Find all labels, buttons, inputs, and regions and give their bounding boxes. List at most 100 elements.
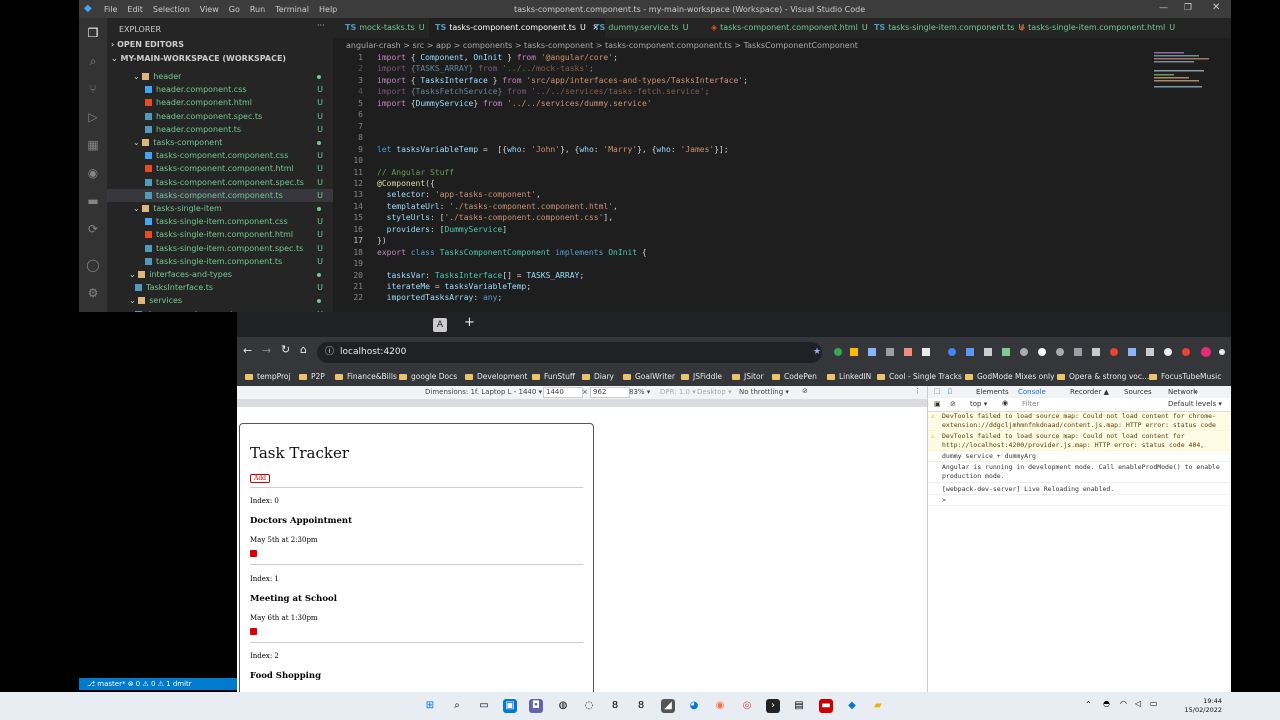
menu-item[interactable]: Selection [153, 5, 190, 14]
battery-icon[interactable]: ▭ [1150, 699, 1158, 708]
bookmark-item[interactable]: google Docs [399, 368, 457, 386]
devtools-tab[interactable]: Recorder ▲ [1070, 388, 1109, 396]
add-task-button[interactable]: Add [250, 474, 271, 483]
bookmark-item[interactable]: JSFiddle [681, 368, 722, 386]
bookmark-item[interactable]: FunStuff [532, 368, 575, 386]
bookmark-item[interactable]: Cool - Single Tracks [877, 368, 962, 386]
source-control-icon[interactable]: ⑂ [86, 82, 100, 96]
breadcrumb[interactable]: angular-crash > src > app > components >… [346, 41, 858, 50]
bookmark-item[interactable]: FocusTubeMusic [1149, 368, 1221, 386]
terminal-icon[interactable]: › [766, 699, 780, 713]
tree-file[interactable]: tasks-component.component.css U [107, 149, 333, 162]
tree-file[interactable]: TasksInterface.ts U [107, 281, 333, 294]
app-icon-7[interactable]: ▬ [819, 699, 833, 713]
device-more-icon[interactable]: ⋮ [914, 387, 921, 395]
tree-file[interactable]: header.component.css U [107, 83, 333, 96]
tree-file[interactable]: header.component.html U [107, 96, 333, 109]
tree-file[interactable]: tasks-single-item.component.spec.ts U [107, 242, 333, 255]
editor-tab[interactable]: TS tasks-single-item.component.ts U [868, 18, 1030, 38]
vscode-statusbar[interactable]: ⎇ master* ⊗ 0 ⚠ 0 ⚠ 1 dmitr [79, 678, 237, 690]
menu-item[interactable]: Edit [127, 5, 143, 14]
tree-folder[interactable]: ⌄ tasks-component [107, 136, 333, 149]
app-icon-4[interactable]: 8 [634, 699, 648, 713]
tree-file[interactable]: header.component.ts U [107, 123, 333, 136]
devtools-tab[interactable]: » [1194, 388, 1198, 396]
tree-folder[interactable]: ⌄ header [107, 70, 333, 83]
tray-chevron-icon[interactable]: ⌃ [1085, 700, 1092, 709]
edge-icon[interactable]: ◕ [687, 699, 701, 713]
tree-file[interactable]: tasks-single-item.component.ts U [107, 255, 333, 268]
menu-item[interactable]: Help [319, 5, 337, 14]
tree-folder[interactable]: ⌄ tasks-single-item [107, 202, 333, 215]
chevron-down-icon[interactable]: ⌄ [133, 204, 142, 213]
editor-tab[interactable]: TS dummy.service.ts U [588, 18, 694, 38]
forward-icon[interactable]: → [262, 344, 271, 357]
dpr-select[interactable]: DPR: 1.0 ▾ [660, 388, 696, 396]
maximize-icon[interactable]: ❐ [1184, 3, 1192, 13]
tree-file[interactable]: header.component.spec.ts U [107, 110, 333, 123]
throttling-select[interactable]: No throttling ▾ [739, 388, 789, 396]
chevron-down-icon[interactable]: ⌄ [133, 72, 142, 81]
menu-item[interactable]: View [200, 5, 219, 14]
run-debug-icon[interactable]: ▷ [86, 110, 100, 124]
tray-app-icon[interactable]: ◓ [1103, 699, 1110, 708]
minimap[interactable] [1154, 52, 1224, 92]
settings-gear-icon[interactable]: ⚙ [86, 286, 100, 300]
menu-item[interactable]: Terminal [275, 5, 309, 14]
bookmark-item[interactable]: GodMode Mixes only [965, 368, 1055, 386]
code-editor[interactable]: 1 import { Component, OnInit } from '@ang… [333, 52, 1213, 312]
rotate-icon[interactable]: ⊘ [802, 387, 808, 395]
bookmark-item[interactable]: CodePen [772, 368, 817, 386]
github-icon[interactable]: ◉ [86, 166, 100, 180]
search-taskbar-icon[interactable]: ⌕ [450, 699, 464, 713]
bookmark-item[interactable]: Opera & strong voc... [1057, 368, 1149, 386]
editor-tab[interactable]: TS tasks-component.component.ts U ✕ [429, 18, 606, 38]
bookmark-item[interactable]: GoalWriter [623, 368, 675, 386]
devtools-tab[interactable]: Network [1168, 388, 1197, 396]
back-icon[interactable]: ← [243, 344, 252, 357]
log-levels-select[interactable]: Default levels ▾ [1168, 400, 1222, 408]
menu-item[interactable]: Go [229, 5, 240, 14]
bookmark-item[interactable]: Diary [582, 368, 614, 386]
account-icon[interactable]: ◯ [86, 258, 100, 272]
live-expression-icon[interactable]: ◉ [1002, 399, 1008, 407]
tree-file[interactable]: tasks-single-item.component.css U [107, 215, 333, 228]
git-status[interactable]: ⎇ master* ⊗ 0 ⚠ 0 ⚠ 1 dmitr [87, 680, 192, 688]
remote-explorer-icon[interactable]: ⟳ [86, 222, 100, 236]
wifi-icon[interactable]: ◠ [1120, 699, 1127, 708]
console-sidebar-icon[interactable]: ▣ [934, 400, 941, 408]
device-mode-select[interactable]: Desktop ▾ [697, 388, 732, 396]
search-icon[interactable]: ⌕ [86, 54, 100, 68]
menu-item[interactable]: File [104, 5, 117, 14]
devtools-tab[interactable]: Sources [1124, 388, 1152, 396]
bookmark-item[interactable]: tempProj [245, 368, 291, 386]
firefox-icon[interactable]: ◉ [713, 699, 727, 713]
app-icon-2[interactable]: ◌ [582, 699, 596, 713]
device-width-input[interactable]: 1440 [543, 387, 583, 398]
device-height-input[interactable]: 962 [590, 387, 630, 398]
minimize-icon[interactable]: — [1159, 3, 1168, 13]
explorer-more-icon[interactable]: ··· [317, 21, 325, 30]
editor-tab[interactable]: ◈ tasks-component.component.html U [705, 18, 874, 38]
media-query-ruler[interactable] [237, 399, 927, 407]
tree-folder[interactable]: ⌄ services [107, 294, 333, 307]
close-window-icon[interactable]: ✕ [1212, 2, 1220, 13]
inspect-element-icon[interactable]: ⬚ [934, 387, 941, 395]
tree-file[interactable]: tasks-component.component.spec.ts U [107, 176, 333, 189]
chevron-down-icon[interactable]: ⌄ [129, 270, 138, 279]
tree-folder[interactable]: ⌄ interfaces-and-types [107, 268, 333, 281]
docker-icon[interactable]: ▬ [86, 194, 100, 208]
device-dimensions-select[interactable]: Dimensions: 1f. Laptop L - 1440 ▾ [425, 388, 542, 396]
system-clock[interactable]: 19:44 15/02/2022 [1185, 697, 1222, 715]
delete-task-icon[interactable] [250, 550, 257, 557]
delete-task-icon[interactable] [250, 627, 257, 635]
workspace-section[interactable]: ⌄ MY-MAIN-WORKSPACE (WORKSPACE) [111, 54, 286, 63]
bookmark-item[interactable]: LinkedIN [827, 368, 871, 386]
tree-file[interactable]: tasks-component.component.ts U [107, 188, 333, 202]
bookmark-item[interactable]: JSitor [732, 368, 764, 386]
editor-tab[interactable]: TS mock-tasks.ts U [339, 18, 431, 38]
reload-icon[interactable]: ↻ [281, 343, 290, 356]
new-tab-icon[interactable]: + [464, 315, 475, 330]
chevron-down-icon[interactable]: ⌄ [129, 296, 138, 305]
bookmark-item[interactable]: Development [465, 368, 528, 386]
